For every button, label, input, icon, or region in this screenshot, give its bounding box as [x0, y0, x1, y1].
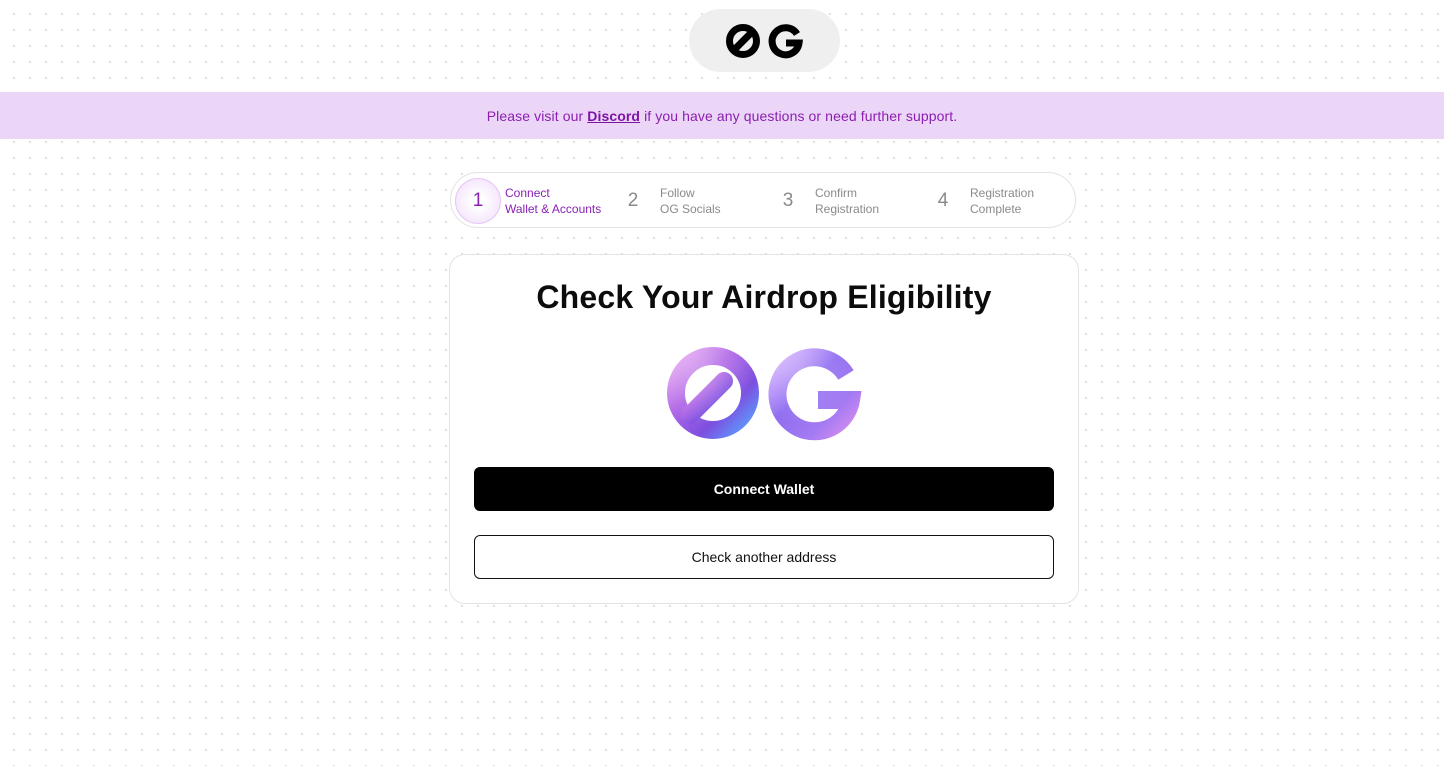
step-confirm: 3 Confirm Registration	[765, 173, 879, 229]
step-label: Registration Complete	[970, 185, 1034, 217]
connect-wallet-button[interactable]: Connect Wallet	[474, 467, 1054, 511]
step-number: 2	[627, 190, 639, 211]
step-number: 3	[782, 190, 794, 211]
page: Please visit our Discord if you have any…	[0, 0, 1444, 766]
step-follow: 2 Follow OG Socials	[610, 173, 721, 229]
step-number: 4	[937, 190, 949, 211]
og-3d-logo-icon	[667, 347, 862, 441]
support-banner: Please visit our Discord if you have any…	[0, 92, 1444, 139]
step-connect: 1 Connect Wallet & Accounts	[455, 173, 601, 229]
check-another-address-button[interactable]: Check another address	[474, 535, 1054, 579]
step-number: 1	[455, 178, 501, 224]
step-label: Connect Wallet & Accounts	[505, 185, 601, 217]
step-label-line1: Follow	[660, 186, 695, 200]
step-label-line1: Confirm	[815, 186, 858, 200]
progress-stepper: 1 Connect Wallet & Accounts 2 Follow OG …	[450, 172, 1076, 228]
step-complete: 4 Registration Complete	[920, 173, 1034, 229]
banner-text-suffix: if you have any questions or need furthe…	[640, 107, 958, 124]
eligibility-card: Check Your Airdrop Eligibility Connect W…	[449, 254, 1079, 604]
og-logo-icon	[725, 23, 803, 58]
step-label-line2: OG Socials	[660, 202, 721, 216]
step-label-line1: Registration	[970, 186, 1035, 200]
discord-link[interactable]: Discord	[587, 108, 640, 124]
step-label-line2: Complete	[970, 202, 1022, 216]
step-label-line2: Registration	[815, 202, 880, 216]
step-label: Confirm Registration	[815, 185, 879, 217]
step-label: Follow OG Socials	[660, 185, 721, 217]
step-label-line1: Connect	[505, 186, 550, 200]
banner-text-prefix: Please visit our	[486, 107, 588, 124]
step-label-line2: Wallet & Accounts	[505, 202, 602, 216]
card-title: Check Your Airdrop Eligibility	[536, 279, 992, 315]
header-logo[interactable]	[689, 9, 840, 72]
